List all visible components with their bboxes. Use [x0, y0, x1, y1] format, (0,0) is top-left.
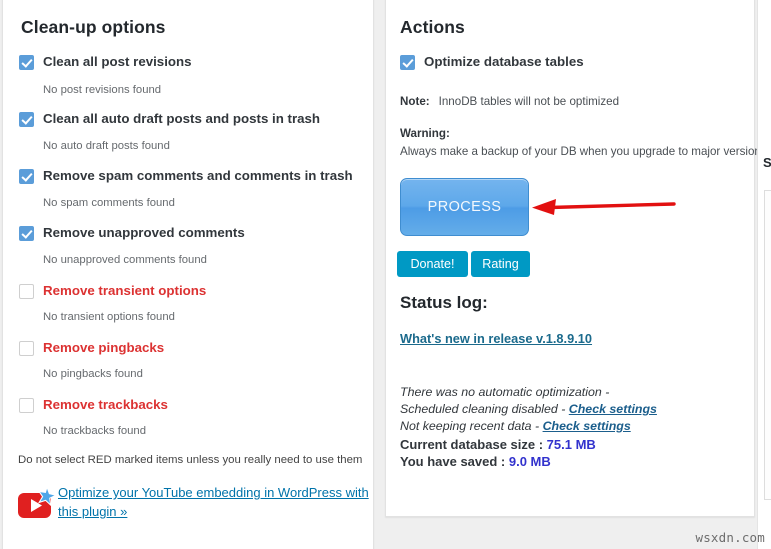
current-database-size-value: 75.1 MB	[546, 437, 596, 452]
current-database-size-line: Current database size : 75.1 MB	[400, 437, 596, 452]
cleanup-option-status-note: No trackbacks found	[43, 425, 146, 437]
cleanup-option-checkbox[interactable]	[19, 284, 34, 299]
cleanup-option-status-note: No transient options found	[43, 311, 175, 323]
cleanup-option-status-note: No spam comments found	[43, 197, 175, 209]
cleanup-option-label: Remove transient options	[43, 283, 207, 298]
current-database-size-label: Current database size :	[400, 437, 547, 452]
page-title: Clean-up options	[21, 17, 166, 37]
you-have-saved-line: You have saved : 9.0 MB	[400, 454, 551, 469]
cleanup-option-status-note: No post revisions found	[43, 84, 162, 96]
scheduled-cleaning-text: Scheduled cleaning disabled -	[400, 402, 569, 416]
cleanup-option-checkbox[interactable]	[19, 341, 34, 356]
screenshot-root: Clean-up options Clean all post revision…	[0, 0, 771, 549]
cleanup-option-label: Remove pingbacks	[43, 340, 165, 355]
cleanup-option-label: Clean all auto draft posts and posts in …	[43, 111, 321, 126]
optimize-database-tables-checkbox[interactable]	[400, 55, 415, 70]
optimize-database-tables-label: Optimize database tables	[424, 54, 584, 69]
cleanup-option-status-note: No auto draft posts found	[43, 140, 170, 152]
cleanup-option-row[interactable]: Remove trackbacks	[19, 397, 168, 413]
cleanup-option-status-note: No pingbacks found	[43, 368, 143, 380]
cleanup-option-checkbox[interactable]	[19, 169, 34, 184]
check-settings-link-recent[interactable]: Check settings	[543, 419, 631, 433]
cleanup-option-row[interactable]: Remove spam comments and comments in tra…	[19, 168, 353, 184]
status-line-no-auto-optimization: There was no automatic optimization -	[400, 385, 610, 399]
adjacent-panel-partial-label: S	[763, 155, 771, 170]
cleanup-option-checkbox[interactable]	[19, 398, 34, 413]
warning-label: Warning:	[400, 127, 450, 140]
cleanup-option-label: Clean all post revisions	[43, 54, 192, 69]
status-line-recent-data: Not keeping recent data - Check settings	[400, 419, 631, 433]
recent-data-text: Not keeping recent data -	[400, 419, 543, 433]
status-log-title: Status log:	[400, 293, 488, 312]
red-items-warning-text: Do not select RED marked items unless yo…	[18, 454, 363, 466]
note-text: InnoDB tables will not be optimized	[438, 95, 620, 108]
check-settings-link-scheduled[interactable]: Check settings	[569, 402, 657, 416]
watermark: wsxdn.com	[695, 530, 765, 545]
you-have-saved-value: 9.0 MB	[508, 454, 551, 469]
cleanup-option-row[interactable]: Remove transient options	[19, 283, 206, 299]
donate-button[interactable]: Donate!	[397, 251, 468, 277]
status-line-scheduled-cleaning: Scheduled cleaning disabled - Check sett…	[400, 402, 657, 416]
cleanup-option-label: Remove trackbacks	[43, 397, 168, 412]
cleanup-option-checkbox[interactable]	[19, 112, 34, 127]
red-arrow-annotation	[532, 199, 676, 215]
cleanup-option-checkbox[interactable]	[19, 55, 34, 70]
youtube-icon	[18, 487, 58, 518]
actions-title: Actions	[400, 17, 465, 37]
cleanup-option-row[interactable]: Clean all post revisions	[19, 54, 192, 70]
process-button[interactable]: PROCESS	[400, 178, 529, 236]
cleanup-option-status-note: No unapproved comments found	[43, 254, 207, 266]
cleanup-option-row[interactable]: Clean all auto draft posts and posts in …	[19, 111, 320, 127]
warning-text: Always make a backup of your DB when you…	[400, 145, 767, 158]
cleanup-options-panel: Clean-up options Clean all post revision…	[2, 0, 374, 549]
rating-button[interactable]: Rating	[471, 251, 530, 277]
cleanup-option-label: Remove unapproved comments	[43, 225, 245, 240]
youtube-plugin-promo-link[interactable]: Optimize your YouTube embedding in WordP…	[58, 483, 370, 521]
note-label: Note:	[400, 95, 430, 108]
you-have-saved-label: You have saved :	[400, 454, 509, 469]
release-notes-link[interactable]: What's new in release v.1.8.9.10	[400, 331, 592, 346]
cleanup-option-label: Remove spam comments and comments in tra…	[43, 168, 353, 183]
note-line: Note: InnoDB tables will not be optimized	[400, 95, 619, 108]
cleanup-option-row[interactable]: Remove unapproved comments	[19, 225, 245, 241]
cleanup-option-row[interactable]: Remove pingbacks	[19, 340, 164, 356]
cleanup-option-checkbox[interactable]	[19, 226, 34, 241]
adjacent-panel-card	[764, 190, 771, 500]
optimize-database-tables-checkbox-row[interactable]: Optimize database tables	[400, 54, 584, 70]
